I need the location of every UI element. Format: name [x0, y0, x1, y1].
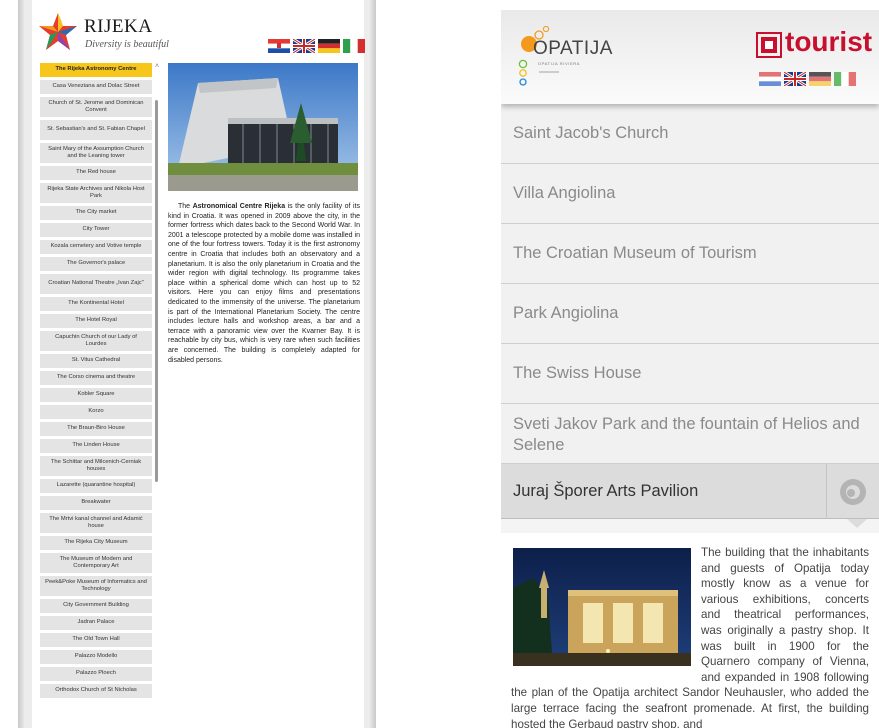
menu-item[interactable]: Kozala cemetery and Votive temple — [40, 240, 152, 254]
language-switcher — [759, 72, 856, 86]
menu-item[interactable]: The Old Town Hall — [40, 633, 152, 647]
tourist-brand: tourist — [756, 26, 879, 60]
active-item-label: Juraj Šporer Arts Pavilion — [513, 481, 699, 500]
opatija-header: OPATIJA OPATIJA RIVIERA tourist — [501, 10, 879, 104]
pavilion-night-photo — [513, 548, 691, 666]
list-item[interactable]: Sveti Jakov Park and the fountain of Hel… — [501, 404, 879, 464]
tourist-brand-text: tourist — [785, 26, 873, 57]
tourist-square-logo-icon — [756, 32, 782, 58]
menu-item[interactable]: Rijeka State Archives and Nikola Host Pa… — [40, 183, 152, 203]
menu-scrollbar[interactable] — [155, 100, 158, 482]
list-item[interactable]: Park Angiolina — [501, 284, 879, 344]
rijeka-page: RIJEKA Diversity is beautiful The Rijeka… — [32, 0, 365, 728]
list-item-label: The Swiss House — [513, 364, 642, 382]
menu-item[interactable]: Kobler Square — [40, 388, 152, 402]
list-item[interactable]: Saint Jacob's Church — [501, 104, 879, 164]
list-item[interactable]: Villa Angiolina — [501, 164, 879, 224]
menu-item[interactable]: The Corso cinema and theatre — [40, 371, 152, 385]
article-text: The Astronomical Centre Rijeka is the on… — [168, 202, 360, 365]
menu-item[interactable]: The Schittar and Milcenich-Cerniak house… — [40, 456, 152, 476]
opatija-sights-list: Saint Jacob's Church Villa Angiolina The C… — [501, 104, 879, 528]
menu-item[interactable]: St. Sebastian's and St. Fabian Chapel — [40, 120, 152, 140]
opatija-title: OPATIJA — [533, 38, 613, 59]
menu-item[interactable]: City Tower — [40, 223, 152, 237]
list-item[interactable]: The Croatian Museum of Tourism — [501, 224, 879, 284]
list-item-label: The Croatian Museum of Tourism — [513, 244, 757, 262]
menu-item[interactable]: Peek&Poke Museum of Informatics and Tech… — [40, 576, 152, 596]
menu-item[interactable]: The Rijeka Astronomy Centre — [40, 63, 152, 77]
menu-item[interactable]: City Government Building — [40, 599, 152, 613]
croatian-flag-icon[interactable] — [268, 39, 290, 53]
rijeka-app-screen: RIJEKA Diversity is beautiful The Rijeka… — [18, 0, 376, 728]
article-body: is the only facility of its kind in Croa… — [168, 203, 360, 364]
list-item-label: Saint Jacob's Church — [513, 124, 669, 142]
rijeka-title: RIJEKA — [84, 16, 153, 37]
menu-item[interactable]: The City market — [40, 206, 152, 220]
opatija-app-screen: OPATIJA OPATIJA RIVIERA tourist Saint Ja… — [501, 10, 879, 728]
menu-item[interactable]: Church of St. Jerome and Dominican Conve… — [40, 97, 152, 117]
article-intro: The — [178, 203, 193, 210]
menu-item[interactable]: Orthodox Church of St Nicholas — [40, 684, 152, 698]
pavilion-detail: The building that the inhabitants and gu… — [501, 533, 879, 728]
english-flag-icon[interactable] — [784, 72, 806, 86]
menu-item[interactable]: The Linden House — [40, 439, 152, 453]
list-item[interactable]: The Swiss House — [501, 344, 879, 404]
rijeka-sights-menu: The Rijeka Astronomy Centre Casa Venezian… — [40, 63, 152, 701]
croatian-flag-icon[interactable] — [759, 72, 781, 86]
view-button[interactable] — [826, 464, 879, 519]
menu-item[interactable]: Croatian National Theatre „Ivan Zajc" — [40, 274, 152, 294]
astronomy-centre-photo — [168, 63, 358, 191]
list-item-label: Sveti Jakov Park and the fountain of Hel… — [513, 414, 860, 454]
menu-item[interactable]: The Rijeka City Museum — [40, 536, 152, 550]
list-item-label: Villa Angiolina — [513, 184, 616, 202]
menu-item[interactable]: The Mrtvi kanal channel and Adamić house — [40, 513, 152, 533]
menu-item[interactable]: The Braun-Biro House — [40, 422, 152, 436]
menu-item[interactable]: The Red house — [40, 166, 152, 180]
rijeka-header: RIJEKA Diversity is beautiful — [38, 12, 365, 58]
menu-item[interactable]: Palazzo Ploech — [40, 667, 152, 681]
language-switcher — [268, 39, 365, 53]
device-frame-right — [370, 0, 376, 728]
active-list-item[interactable]: Juraj Šporer Arts Pavilion — [501, 464, 879, 528]
opatija-subtitle: OPATIJA RIVIERA — [538, 61, 580, 66]
menu-item[interactable]: Palazzo Modello — [40, 650, 152, 664]
german-flag-icon[interactable] — [809, 72, 831, 86]
list-item-label: Park Angiolina — [513, 304, 619, 322]
menu-item[interactable]: The Kontinental Hotel — [40, 297, 152, 311]
rijeka-tagline: Diversity is beautiful — [85, 39, 169, 50]
menu-item[interactable]: The Hotel Royal — [40, 314, 152, 328]
eye-icon — [840, 478, 866, 505]
italian-flag-icon[interactable] — [834, 72, 856, 86]
menu-item[interactable]: Casa Veneziana and Dolac Street — [40, 80, 152, 94]
italian-flag-icon[interactable] — [343, 39, 365, 53]
english-flag-icon[interactable] — [293, 39, 315, 53]
menu-item[interactable]: Breakwater — [40, 496, 152, 510]
menu-item[interactable]: Jadran Palace — [40, 616, 152, 630]
rijeka-star-logo-icon — [39, 13, 77, 50]
expand-pointer — [847, 519, 867, 528]
menu-item[interactable]: The Museum of Modern and Contemporary Ar… — [40, 553, 152, 573]
menu-item[interactable]: Lazarette (quarantine hospital) — [40, 479, 152, 493]
menu-item[interactable]: The Governor's palace — [40, 257, 152, 271]
menu-item[interactable]: Saint Mary of the Assumption Church and … — [40, 143, 152, 163]
menu-item[interactable]: Korzo — [40, 405, 152, 419]
device-frame-left — [18, 0, 24, 728]
article-subject: Astronomical Centre Rijeka — [192, 203, 286, 210]
menu-item[interactable]: St. Vitus Cathedral — [40, 354, 152, 368]
german-flag-icon[interactable] — [318, 39, 340, 53]
scroll-up-arrow-icon[interactable]: ˄ — [155, 63, 159, 70]
menu-item[interactable]: Capuchin Church of our Lady of Lourdes — [40, 331, 152, 351]
list-items: Saint Jacob's Church Villa Angiolina The C… — [501, 104, 879, 464]
